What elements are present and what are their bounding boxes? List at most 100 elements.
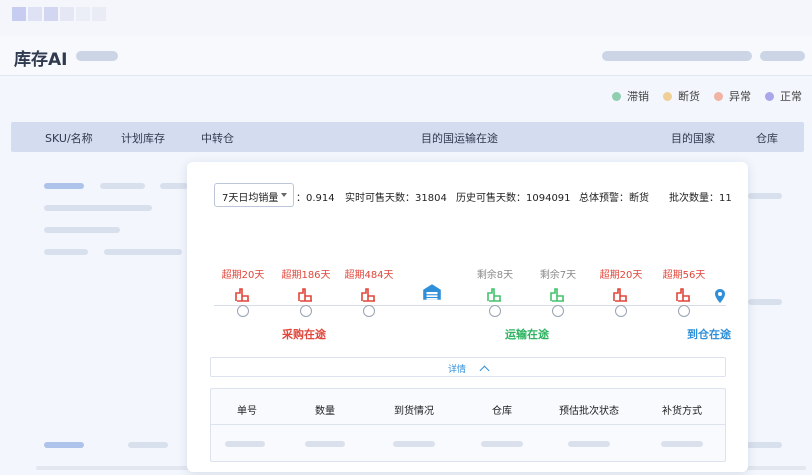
realtime-sellable-days: 实时可售天数：31804 (345, 193, 447, 204)
node-marker (300, 305, 312, 317)
stage-transport-transit: 运输在途 (505, 328, 549, 341)
column-order-no: 单号 (237, 406, 257, 417)
legend-item-out: 断货 (663, 88, 700, 104)
details-label: 详情 (448, 365, 467, 375)
stage-purchase-transit: 采购在途 (282, 328, 326, 341)
column-batch-status: 预估批次状态 (559, 406, 619, 417)
header-skeleton-right (760, 51, 805, 61)
column-destination-transport[interactable]: 目的国运输在途 (421, 130, 498, 146)
row-skeleton (160, 183, 188, 189)
timeline-node[interactable]: 超期56天 (654, 266, 714, 317)
truck-red-icon (298, 288, 312, 302)
node-label: 超期484天 (344, 270, 394, 281)
stage-arrival-transit: 到仓在途 (687, 328, 731, 341)
overall-warning: 总体预警：断货 (579, 193, 649, 204)
page-title: 库存AI (14, 50, 68, 70)
legend-label: 正常 (780, 90, 802, 103)
legend-dot-abnormal (714, 91, 723, 101)
truck-green-icon (487, 288, 501, 302)
legend-dot-normal (765, 91, 774, 101)
node-marker (237, 305, 249, 317)
cell-skeleton (661, 441, 703, 447)
legend-item-normal: 正常 (765, 88, 802, 104)
node-label: 超期20天 (221, 270, 265, 281)
node-label: ​ (402, 266, 462, 277)
timeline-node[interactable]: 超期20天 (591, 266, 651, 317)
cell-skeleton (568, 441, 610, 447)
inventory-detail-popup: 7天日均销量 ：0.914 实时可售天数：31804 历史可售天数：109409… (187, 162, 748, 472)
legend-dot-slow (612, 91, 621, 101)
legend-item-abnormal: 异常 (714, 88, 751, 104)
status-legend: 滞销 断货 异常 正常 (612, 88, 802, 104)
row-skeleton (748, 193, 782, 199)
row-skeleton (748, 299, 782, 305)
node-label: 剩余8天 (476, 270, 514, 281)
node-marker (489, 305, 501, 317)
timeline-node-warehouse[interactable]: ​ (402, 266, 462, 303)
column-replenish-method: 补货方式 (662, 406, 702, 417)
column-transit-warehouse[interactable]: 中转仓 (201, 130, 234, 146)
row-skeleton (44, 442, 84, 448)
truck-red-icon (235, 288, 249, 302)
avg-sales-value: ：0.914 (296, 193, 335, 204)
timeline-node[interactable]: 剩余8天 (465, 266, 525, 317)
legend-label: 异常 (729, 90, 751, 103)
truck-red-icon (361, 288, 375, 302)
column-destination-country[interactable]: 目的国家 (671, 130, 715, 146)
browser-top-bar (0, 0, 812, 36)
row-skeleton (44, 183, 84, 189)
truck-red-icon (676, 288, 690, 302)
row-skeleton (44, 249, 88, 255)
app-window: 库存AI 滞销 断货 异常 正常 SKU/名称 计划库存 中转仓 目的国运输在途… (0, 36, 812, 475)
node-marker (552, 305, 564, 317)
header-skeleton-left (602, 51, 752, 61)
column-warehouse[interactable]: 仓库 (756, 130, 778, 146)
row-skeleton (44, 227, 120, 233)
node-marker (615, 305, 627, 317)
row-skeleton (128, 442, 168, 448)
title-skeleton (76, 51, 118, 61)
details-toggle-button[interactable]: 详情 (210, 357, 726, 377)
column-warehouse: 仓库 (492, 406, 512, 417)
column-sku[interactable]: SKU/名称 (45, 130, 93, 146)
column-planned-stock[interactable]: 计划库存 (121, 130, 165, 146)
column-arrival-status: 到货情况 (394, 406, 434, 417)
node-label: 超期20天 (599, 270, 643, 281)
column-quantity: 数量 (315, 406, 335, 417)
legend-label: 断货 (678, 90, 700, 103)
warehouse-icon (423, 284, 441, 300)
row-skeleton (104, 249, 182, 255)
sales-period-value: 7天日均销量 (222, 193, 279, 204)
chevron-down-icon (281, 193, 287, 197)
location-pin-icon (715, 289, 725, 303)
timeline-node[interactable]: 超期20天 (213, 266, 273, 317)
sales-period-select[interactable]: 7天日均销量 (214, 183, 294, 207)
legend-item-slow: 滞销 (612, 88, 649, 104)
timeline-node[interactable]: 超期484天 (339, 266, 399, 317)
cell-skeleton (305, 441, 345, 447)
title-row: 库存AI (0, 36, 812, 76)
row-skeleton (44, 205, 152, 211)
batch-count: 批次数量：11 (669, 193, 732, 204)
batch-detail-table: 单号 数量 到货情况 仓库 预估批次状态 补货方式 (210, 388, 726, 462)
timeline-track (214, 305, 726, 306)
timeline-node[interactable]: 剩余7天 (528, 266, 588, 317)
legend-dot-out (663, 91, 672, 101)
node-label: 超期56天 (662, 270, 706, 281)
legend-label: 滞销 (627, 90, 649, 103)
node-label: 超期186天 (281, 270, 331, 281)
node-marker (678, 305, 690, 317)
cell-skeleton (393, 441, 435, 447)
row-skeleton (100, 183, 145, 189)
node-label: 剩余7天 (539, 270, 577, 281)
timeline-node[interactable]: 超期186天 (276, 266, 336, 317)
cell-skeleton (481, 441, 523, 447)
node-marker (363, 305, 375, 317)
chevron-up-icon (479, 365, 490, 376)
inventory-table-header: SKU/名称 计划库存 中转仓 目的国运输在途 目的国家 仓库 (11, 122, 804, 152)
cell-skeleton (225, 441, 265, 447)
truck-red-icon (613, 288, 627, 302)
truck-green-icon (550, 288, 564, 302)
batch-detail-header: 单号 数量 到货情况 仓库 预估批次状态 补货方式 (211, 389, 725, 425)
blurred-logo (12, 7, 106, 21)
